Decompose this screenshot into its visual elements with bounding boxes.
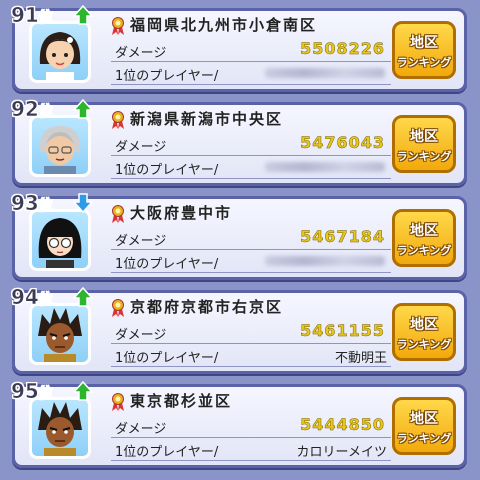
arrow-up-icon	[73, 99, 93, 119]
rank-number: 93位	[11, 191, 54, 216]
rank-suffix: 位	[38, 386, 54, 403]
damage-label: ダメージ	[115, 422, 167, 437]
score-info: ダメージ 5461155 1位のプレイヤー/ 不動明王	[111, 321, 391, 369]
damage-label: ダメージ	[115, 140, 167, 155]
rank-number: 95位	[11, 379, 54, 404]
damage-value: 5461155	[300, 321, 385, 341]
rank-suffix: 位	[38, 10, 54, 27]
region-ranking-button[interactable]: 地区 ランキング	[392, 303, 456, 361]
player-name-blurred	[265, 162, 385, 172]
button-label-line1: 地区	[410, 129, 438, 145]
button-label-line2: ランキング	[396, 338, 452, 351]
damage-label: ダメージ	[115, 46, 167, 61]
damage-value: 5467184	[300, 227, 385, 247]
ranking-row: 92位 新潟県新潟市中央区 ダメージ 5476043 1位のプレイヤー/ 地区 …	[11, 97, 467, 186]
girl-avatar-icon	[29, 21, 91, 83]
medal-icon	[112, 111, 124, 129]
first-player-label: 1位のプレイヤー/	[115, 69, 219, 84]
button-label-line2: ランキング	[396, 244, 452, 257]
rank-suffix: 位	[38, 104, 54, 121]
first-player-label: 1位のプレイヤー/	[115, 351, 219, 366]
spiky-hair-avatar-icon	[29, 303, 91, 365]
region-ranking-button[interactable]: 地区 ランキング	[392, 21, 456, 79]
rank-number: 94位	[11, 285, 54, 310]
medal-icon	[112, 17, 124, 35]
region-name: 福岡県北九州市小倉南区	[130, 16, 318, 34]
score-info: ダメージ 5508226 1位のプレイヤー/	[111, 39, 391, 87]
damage-value: 5508226	[300, 39, 385, 59]
ranking-row: 91位 福岡県北九州市小倉南区 ダメージ 5508226 1位のプレイヤー/ 地…	[11, 3, 467, 92]
first-player-label: 1位のプレイヤー/	[115, 445, 219, 460]
glasses-girl-avatar-icon	[29, 209, 91, 271]
region-ranking-button[interactable]: 地区 ランキング	[392, 209, 456, 267]
region-ranking-button[interactable]: 地区 ランキング	[392, 397, 456, 455]
player-name-blurred	[265, 256, 385, 266]
rank-number: 92位	[11, 97, 54, 122]
button-label-line2: ランキング	[396, 150, 452, 163]
rank-suffix: 位	[38, 292, 54, 309]
arrow-up-icon	[73, 381, 93, 401]
button-label-line1: 地区	[410, 317, 438, 333]
region-name: 大阪府豊中市	[130, 204, 233, 222]
damage-value: 5476043	[300, 133, 385, 153]
button-label-line1: 地区	[410, 411, 438, 427]
button-label-line2: ランキング	[396, 56, 452, 69]
button-label-line2: ランキング	[396, 432, 452, 445]
spiky-hair-avatar-icon	[29, 397, 91, 459]
damage-label: ダメージ	[115, 234, 167, 249]
medal-icon	[112, 299, 124, 317]
rank-suffix: 位	[38, 198, 54, 215]
score-info: ダメージ 5476043 1位のプレイヤー/	[111, 133, 391, 181]
button-label-line1: 地区	[410, 223, 438, 239]
arrow-down-icon	[73, 193, 93, 213]
button-label-line1: 地区	[410, 35, 438, 51]
arrow-up-icon	[73, 287, 93, 307]
region-ranking-button[interactable]: 地区 ランキング	[392, 115, 456, 173]
region-name: 京都府京都市右京区	[130, 298, 284, 316]
ranking-row: 95位 東京都杉並区 ダメージ 5444850 1位のプレイヤー/ カロリーメイ…	[11, 379, 467, 468]
medal-icon	[112, 205, 124, 223]
medal-icon	[112, 393, 124, 411]
player-name-blurred	[265, 68, 385, 78]
old-man-avatar-icon	[29, 115, 91, 177]
player-name: 不動明王	[334, 351, 387, 366]
first-player-label: 1位のプレイヤー/	[115, 163, 219, 178]
region-name: 新潟県新潟市中央区	[130, 110, 284, 128]
ranking-row: 94位 京都府京都市右京区 ダメージ 5461155 1位のプレイヤー/ 不動明…	[11, 285, 467, 374]
ranking-list: 91位 福岡県北九州市小倉南区 ダメージ 5508226 1位のプレイヤー/ 地…	[0, 0, 480, 480]
score-info: ダメージ 5467184 1位のプレイヤー/	[111, 227, 391, 275]
first-player-label: 1位のプレイヤー/	[115, 257, 219, 272]
arrow-up-icon	[73, 5, 93, 25]
damage-label: ダメージ	[115, 328, 167, 343]
region-name: 東京都杉並区	[130, 392, 233, 410]
player-name: カロリーメイツ	[296, 445, 387, 460]
damage-value: 5444850	[300, 415, 385, 435]
ranking-row: 93位 大阪府豊中市 ダメージ 5467184 1位のプレイヤー/ 地区 ランキ…	[11, 191, 467, 280]
score-info: ダメージ 5444850 1位のプレイヤー/ カロリーメイツ	[111, 415, 391, 463]
rank-number: 91位	[11, 3, 54, 28]
